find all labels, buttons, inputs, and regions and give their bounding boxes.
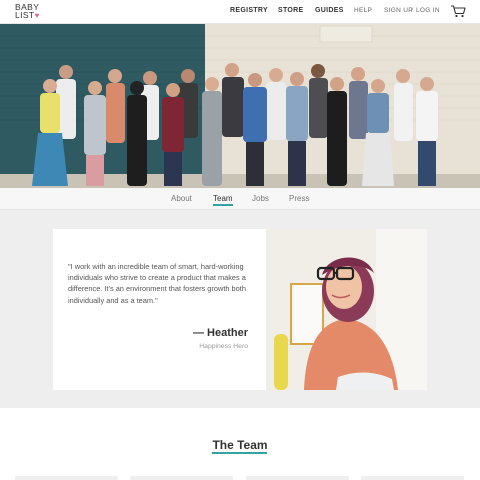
nav-registry[interactable]: REGISTRY: [230, 7, 268, 14]
testimonial-section: "I work with an incredible team of smart…: [0, 210, 480, 408]
nav-guides[interactable]: GUIDES: [315, 7, 344, 14]
tab-press[interactable]: Press: [289, 194, 309, 203]
team-card[interactable]: [130, 476, 233, 480]
nav-help[interactable]: HELP: [354, 7, 372, 14]
quote-role: Happiness Hero: [199, 343, 248, 350]
team-card[interactable]: [246, 476, 349, 480]
logo-line-2: LIST: [15, 10, 35, 20]
nav-signup[interactable]: SIGN UP: [384, 7, 413, 14]
nav-separator: /: [411, 7, 414, 14]
nav-login[interactable]: LOG IN: [416, 7, 440, 14]
site-header: BABY LIST♥ REGISTRY STORE GUIDES HELP SI…: [0, 0, 480, 24]
active-tab-indicator: [213, 204, 233, 206]
team-section: The Team: [0, 408, 480, 480]
nav-store[interactable]: STORE: [278, 7, 304, 14]
heather-portrait: [266, 229, 427, 390]
section-tabs: About Team Jobs Press: [0, 188, 480, 210]
quote-text: "I work with an incredible team of smart…: [68, 262, 246, 305]
quote-author: — Heather: [192, 327, 248, 339]
team-photo: [0, 24, 480, 188]
heart-icon: ♥: [34, 11, 40, 20]
team-heading-underline: [212, 452, 267, 454]
babylist-logo[interactable]: BABY LIST♥: [15, 3, 45, 20]
quote-card: "I work with an incredible team of smart…: [53, 229, 266, 390]
team-card[interactable]: [361, 476, 464, 480]
team-heading: The Team: [212, 438, 268, 452]
tab-jobs[interactable]: Jobs: [252, 194, 269, 203]
cart-icon[interactable]: [450, 4, 466, 18]
tab-about[interactable]: About: [171, 194, 192, 203]
team-card[interactable]: [15, 476, 118, 480]
tab-team[interactable]: Team: [213, 194, 233, 203]
